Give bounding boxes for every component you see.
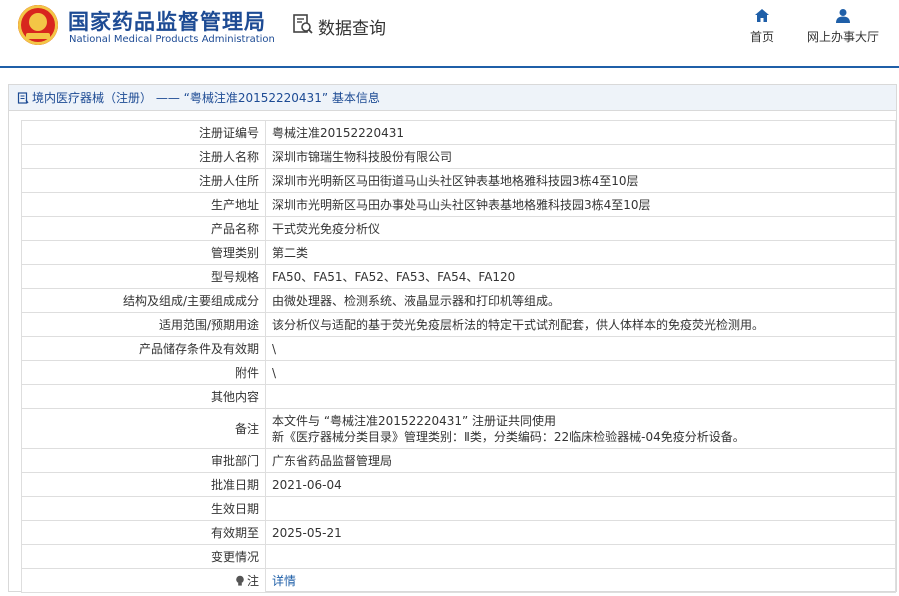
field-value: 干式荧光免疫分析仪 <box>265 216 896 241</box>
field-value: \ <box>265 360 896 385</box>
field-label: 管理类别 <box>21 240 266 265</box>
table-row: 注册人住所 深圳市光明新区马田街道马山头社区钟表基地格雅科技园3栋4至10层 <box>21 168 896 193</box>
note-value: 详情 <box>265 568 896 593</box>
field-label: 注册证编号 <box>21 120 266 145</box>
table-row: 产品名称 干式荧光免疫分析仪 <box>21 216 896 241</box>
panel-title: 境内医疗器械（注册） —— “粤械注准20152220431” 基本信息 <box>9 85 896 111</box>
data-query-title: 数据查询 <box>292 12 386 40</box>
field-label: 批准日期 <box>21 472 266 497</box>
table-row-remark: 备注 本文件与 “粤械注准20152220431” 注册证共同使用 新《医疗器械… <box>21 408 896 449</box>
field-value <box>265 384 896 409</box>
field-label: 结构及组成/主要组成成分 <box>21 288 266 313</box>
field-label: 适用范围/预期用途 <box>21 312 266 337</box>
table-row: 注册人名称 深圳市锦瑞生物科技股份有限公司 <box>21 144 896 169</box>
table-row: 产品储存条件及有效期 \ <box>21 336 896 361</box>
note-label-cell: 注 <box>21 568 266 593</box>
detail-table: 注册证编号 粤械注准20152220431 注册人名称 深圳市锦瑞生物科技股份有… <box>21 120 896 593</box>
field-label: 生效日期 <box>21 496 266 521</box>
table-row: 有效期至 2025-05-21 <box>21 520 896 545</box>
field-value: 由微处理器、检测系统、液晶显示器和打印机等组成。 <box>265 288 896 313</box>
field-value: 深圳市光明新区马田办事处马山头社区钟表基地格雅科技园3栋4至10层 <box>265 192 896 217</box>
table-row: 注册证编号 粤械注准20152220431 <box>21 120 896 145</box>
site-header: 国家药品监督管理局 National Medical Products Admi… <box>0 0 899 68</box>
field-label: 产品储存条件及有效期 <box>21 336 266 361</box>
document-icon <box>17 91 29 104</box>
table-row: 其他内容 <box>21 384 896 409</box>
panel-title-text: 境内医疗器械（注册） —— “粤械注准20152220431” 基本信息 <box>32 91 380 105</box>
field-value <box>265 544 896 569</box>
table-row: 生产地址 深圳市光明新区马田办事处马山头社区钟表基地格雅科技园3栋4至10层 <box>21 192 896 217</box>
field-label: 生产地址 <box>21 192 266 217</box>
table-row-note: 注 详情 <box>21 568 896 593</box>
remark-line: 本文件与 “粤械注准20152220431” 注册证共同使用 <box>272 413 557 428</box>
home-icon <box>755 9 769 22</box>
field-label: 变更情况 <box>21 544 266 569</box>
detail-panel: 境内医疗器械（注册） —— “粤械注准20152220431” 基本信息 注册证… <box>8 84 897 593</box>
field-value <box>265 496 896 521</box>
nav-home[interactable]: 首页 <box>748 8 776 45</box>
table-row: 适用范围/预期用途 该分析仪与适配的基于荧光免疫层析法的特定干式试剂配套，供人体… <box>21 312 896 337</box>
field-value: 2021-06-04 <box>265 472 896 497</box>
agency-name-en: National Medical Products Administration <box>69 34 275 45</box>
field-label: 备注 <box>21 408 266 449</box>
field-label: 审批部门 <box>21 448 266 473</box>
field-value: 该分析仪与适配的基于荧光免疫层析法的特定干式试剂配套，供人体样本的免疫荧光检测用… <box>265 312 896 337</box>
nav-online-office-label: 网上办事大厅 <box>806 30 879 44</box>
table-row: 审批部门 广东省药品监督管理局 <box>21 448 896 473</box>
field-value: 深圳市锦瑞生物科技股份有限公司 <box>265 144 896 169</box>
field-label: 附件 <box>21 360 266 385</box>
table-row: 型号规格 FA50、FA51、FA52、FA53、FA54、FA120 <box>21 264 896 289</box>
field-label: 其他内容 <box>21 384 266 409</box>
field-value: 深圳市光明新区马田街道马山头社区钟表基地格雅科技园3栋4至10层 <box>265 168 896 193</box>
table-row: 变更情况 <box>21 544 896 569</box>
field-value: 第二类 <box>265 240 896 265</box>
field-value: 2025-05-21 <box>265 520 896 545</box>
field-value: \ <box>265 336 896 361</box>
nav-online-office[interactable]: 网上办事大厅 <box>806 8 880 45</box>
data-query-label: 数据查询 <box>318 18 386 39</box>
field-label: 注册人住所 <box>21 168 266 193</box>
national-emblem-logo <box>18 5 58 45</box>
nav-home-label: 首页 <box>749 30 774 44</box>
details-link[interactable]: 详情 <box>272 574 296 588</box>
field-label: 型号规格 <box>21 264 266 289</box>
field-label: 有效期至 <box>21 520 266 545</box>
remark-line: 新《医疗器械分类目录》管理类别：Ⅱ类，分类编码：22临床检验器械-04免疫分析设… <box>272 429 745 444</box>
field-label: 注册人名称 <box>21 144 266 169</box>
table-row: 附件 \ <box>21 360 896 385</box>
note-label: 注 <box>246 574 259 588</box>
agency-name-cn: 国家药品监督管理局 <box>68 10 266 34</box>
field-label: 产品名称 <box>21 216 266 241</box>
table-row: 生效日期 <box>21 496 896 521</box>
field-value: 粤械注准20152220431 <box>265 120 896 145</box>
field-value: 广东省药品监督管理局 <box>265 448 896 473</box>
user-icon <box>836 9 850 23</box>
field-value: FA50、FA51、FA52、FA53、FA54、FA120 <box>265 264 896 289</box>
remark-value: 本文件与 “粤械注准20152220431” 注册证共同使用 新《医疗器械分类目… <box>265 408 896 449</box>
table-row: 批准日期 2021-06-04 <box>21 472 896 497</box>
table-row: 结构及组成/主要组成成分 由微处理器、检测系统、液晶显示器和打印机等组成。 <box>21 288 896 313</box>
document-search-icon <box>292 13 314 39</box>
lightbulb-icon <box>236 575 244 586</box>
table-row: 管理类别 第二类 <box>21 240 896 265</box>
